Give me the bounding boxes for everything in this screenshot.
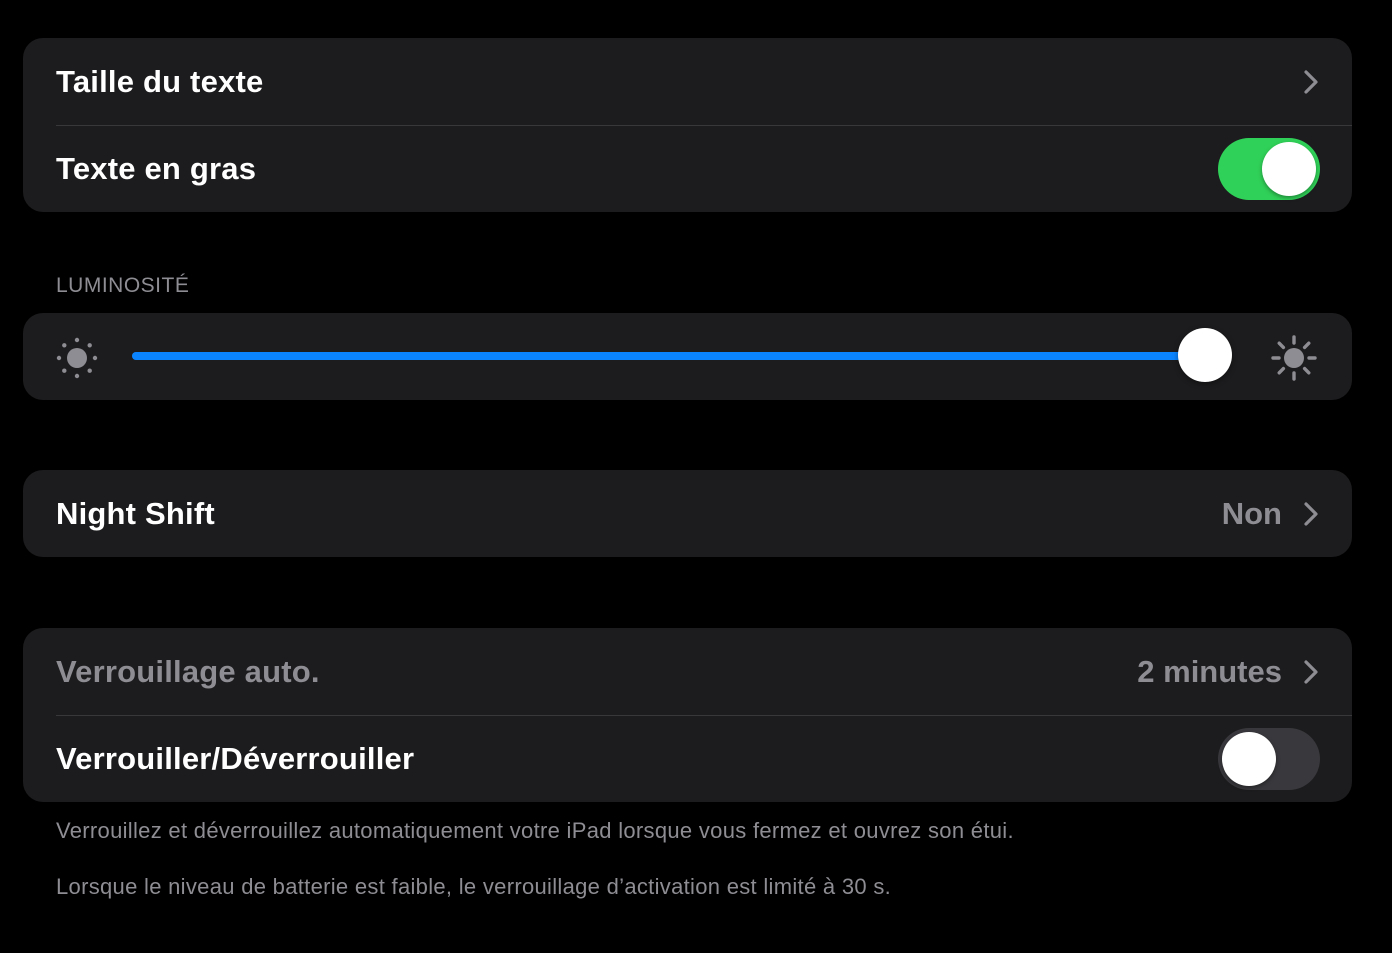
- brightness-group: [23, 313, 1352, 400]
- chevron-right-icon: [1302, 68, 1320, 96]
- bold-text-row: Texte en gras: [23, 125, 1352, 212]
- brightness-slider-track[interactable]: [132, 352, 1216, 360]
- night-shift-row[interactable]: Night Shift Non: [23, 470, 1352, 557]
- night-shift-value: Non: [1221, 495, 1282, 531]
- toggle-knob: [1222, 731, 1276, 786]
- night-shift-group: Night Shift Non: [23, 470, 1352, 557]
- bold-text-toggle[interactable]: [1218, 137, 1320, 200]
- brightness-header: LUMINOSITÉ: [56, 274, 190, 297]
- night-shift-label: Night Shift: [56, 495, 215, 531]
- toggle-knob: [1262, 141, 1316, 196]
- battery-footnote: Lorsque le niveau de batterie est faible…: [56, 874, 892, 899]
- lock-unlock-row: Verrouiller/Déverrouiller: [23, 715, 1352, 802]
- auto-lock-value: 2 minutes: [1137, 653, 1282, 689]
- text-settings-group: Taille du texte Texte en gras: [23, 38, 1352, 212]
- brightness-slider-knob[interactable]: [1178, 328, 1232, 382]
- chevron-right-icon: [1302, 658, 1320, 686]
- chevron-right-icon: [1302, 500, 1320, 528]
- auto-lock-row[interactable]: Verrouillage auto. 2 minutes: [23, 628, 1352, 715]
- auto-lock-label: Verrouillage auto.: [56, 653, 320, 689]
- brightness-slider-row: [23, 313, 1352, 400]
- text-size-label: Taille du texte: [56, 63, 264, 99]
- text-size-row[interactable]: Taille du texte: [23, 38, 1352, 125]
- sun-min-icon: [54, 335, 100, 381]
- brightness-slider-fill: [132, 352, 1205, 360]
- lock-unlock-label: Verrouiller/Déverrouiller: [56, 740, 415, 776]
- lock-unlock-footnote: Verrouillez et déverrouillez automatique…: [56, 818, 1014, 843]
- bold-text-label: Texte en gras: [56, 150, 257, 186]
- sun-max-icon: [1271, 335, 1317, 381]
- lock-unlock-toggle[interactable]: [1218, 727, 1320, 790]
- lock-settings-group: Verrouillage auto. 2 minutes Verrouiller…: [23, 628, 1352, 802]
